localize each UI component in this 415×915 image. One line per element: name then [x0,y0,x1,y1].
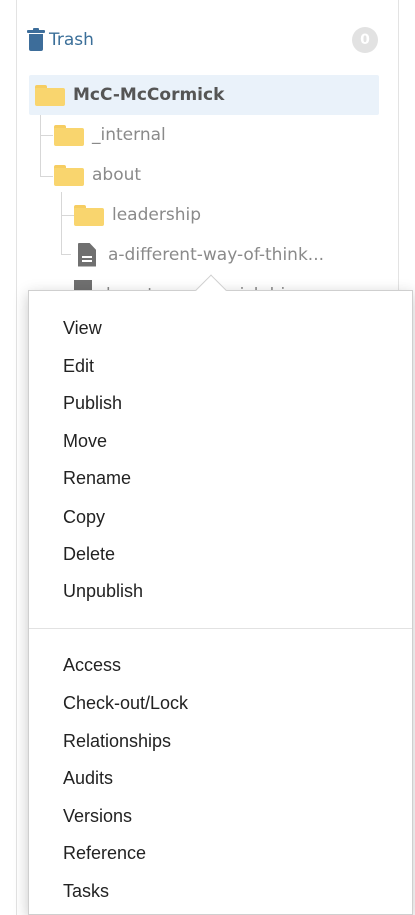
tree-guide-line [40,115,41,177]
tree-item-internal[interactable]: _internal [54,117,166,153]
menu-item-rename[interactable]: Rename [63,463,383,493]
tree-item-label: _internal [92,125,166,145]
menu-item-audits[interactable]: Audits [63,763,383,793]
menu-item-versions[interactable]: Versions [63,801,383,831]
menu-item-delete[interactable]: Delete [63,539,383,569]
menu-item-publish[interactable]: Publish [63,388,383,418]
panel-border [398,0,399,290]
menu-item-edit[interactable]: Edit [63,351,383,381]
tree-item-label: leadership [112,205,201,225]
menu-item-unpublish[interactable]: Unpublish [63,576,383,606]
tree-guide-line [61,215,74,216]
folder-icon [74,204,104,226]
tree-item-about[interactable]: about [54,157,141,193]
menu-item-copy[interactable]: Copy [63,502,383,532]
tree-item-label: a-different-way-of-think... [108,245,325,265]
menu-divider [29,628,412,629]
trash-count-badge: 0 [352,27,378,53]
tree-root-label: McC-McCormick [73,85,225,105]
page-icon [78,242,98,268]
tree-guide-line [61,192,62,254]
menu-item-checkout-lock[interactable]: Check-out/Lock [63,688,383,718]
folder-icon [54,124,84,146]
tree-item-page[interactable]: a-different-way-of-think... [78,237,324,273]
menu-item-relationships[interactable]: Relationships [63,726,383,756]
menu-item-access[interactable]: Access [63,650,383,680]
tree-guide-line [40,176,53,177]
menu-item-reference[interactable]: Reference [63,838,383,868]
panel-border [16,0,17,915]
menu-item-view[interactable]: View [63,313,383,343]
menu-item-move[interactable]: Move [63,426,383,456]
folder-icon [35,84,65,106]
folder-icon [54,164,84,186]
tree-item-leadership[interactable]: leadership [74,197,201,233]
tree-guide-line [61,254,71,255]
trash-label: Trash [49,30,94,50]
menu-item-tasks[interactable]: Tasks [63,876,383,906]
trash-item[interactable]: Trash 0 [27,26,387,54]
tree-item-label: about [92,165,142,185]
tree-root-item[interactable]: McC-McCormick [29,75,379,115]
trash-icon [27,28,45,52]
menu-caret-cover [196,291,226,305]
context-menu: View Edit Publish Move Rename Copy Delet… [28,290,413,915]
tree-guide-line [40,135,53,136]
